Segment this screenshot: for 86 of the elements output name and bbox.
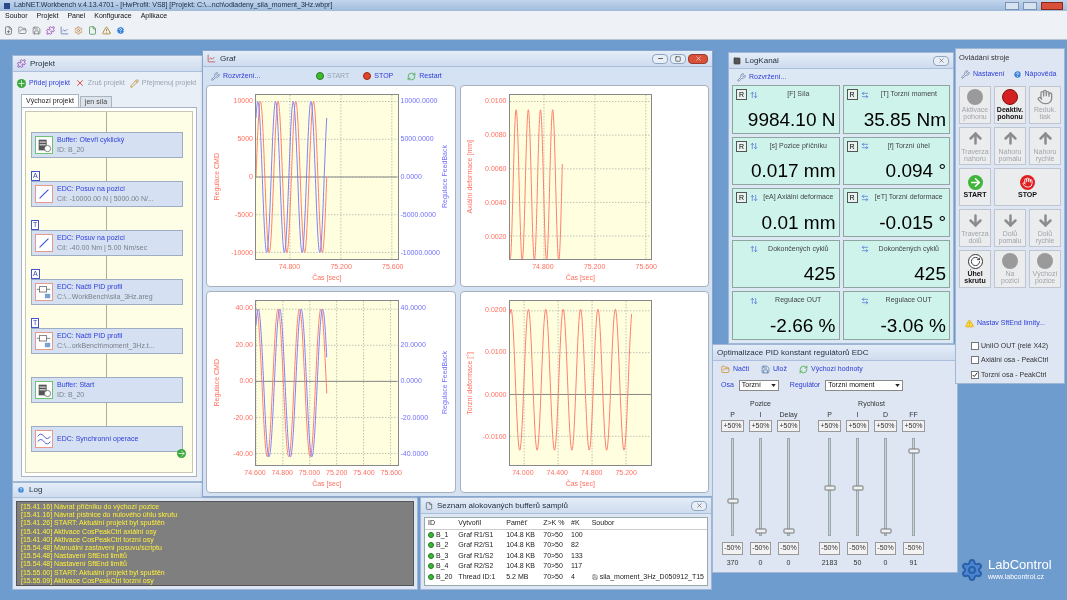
channel-value: 35.85 Nm: [863, 108, 946, 131]
channel-value: -3.06 %: [880, 315, 946, 337]
rotate-icon: [967, 253, 983, 269]
slider-thumb[interactable]: [824, 485, 835, 491]
channel-value: -0.015 °: [879, 211, 946, 234]
status-light-icon: [363, 72, 372, 80]
minimize-button[interactable]: [652, 53, 668, 64]
refresh-icon: [407, 71, 417, 81]
vertical-arrows-icon: [750, 142, 759, 151]
vertical-arrows-icon: [750, 296, 758, 305]
window-title: Graf: [220, 52, 236, 65]
buffer-icon: [35, 381, 53, 399]
plus-icon: [17, 78, 26, 88]
channel-value: -2.66 %: [770, 315, 836, 337]
checkbox[interactable]: [971, 341, 979, 350]
document-icon[interactable]: [88, 26, 97, 35]
slider-thumb[interactable]: [755, 528, 766, 534]
slider-thumb[interactable]: [908, 449, 919, 454]
chart-icon[interactable]: [60, 26, 69, 35]
slider-thumb[interactable]: [783, 528, 794, 534]
checkbox[interactable]: [971, 370, 979, 379]
close-button[interactable]: [691, 500, 707, 511]
pid-icon: [35, 283, 53, 301]
sine-wave-icon: [35, 430, 53, 448]
channel-value: 0.094 °: [885, 160, 946, 183]
caret-icon: [770, 383, 776, 387]
wrench-icon: [211, 71, 220, 81]
window-title: Optimalizace PID konstant regulátorů EDC: [717, 346, 869, 359]
horizontal-arrows-icon: [860, 245, 869, 254]
pencil-icon: [129, 78, 139, 88]
wrench-icon: [737, 72, 746, 82]
horizontal-arrows-icon: [860, 90, 869, 99]
ramp-icon: [35, 234, 53, 252]
channel-value: 0.01 mm: [761, 211, 836, 234]
refresh-icon: [798, 364, 808, 374]
arrow-right-icon: [967, 175, 983, 191]
puzzle-icon[interactable]: [46, 26, 55, 35]
new-file-icon[interactable]: [4, 26, 13, 35]
window-title: LogKanál: [745, 54, 779, 67]
slider-thumb[interactable]: [852, 485, 863, 491]
help-icon: [1012, 70, 1022, 79]
status-light-icon: [316, 72, 324, 80]
puzzle-icon: [17, 59, 26, 68]
close-button[interactable]: [933, 55, 949, 66]
info-icon: [17, 486, 25, 494]
app-icon: [4, 2, 10, 9]
check-icon: [972, 371, 978, 378]
checkbox[interactable]: [971, 356, 979, 365]
horizontal-arrows-icon: [860, 296, 869, 305]
hand-icon: [1020, 175, 1035, 191]
save-icon[interactable]: [32, 26, 41, 35]
save-icon: [760, 364, 770, 374]
window-title: Seznam alokovaných bufferů samplů: [437, 499, 569, 512]
warning-icon[interactable]: [102, 26, 111, 35]
gear-icon: [960, 558, 984, 583]
channel-value: 0.017 mm: [751, 160, 836, 183]
window-icon: [733, 56, 741, 65]
horizontal-arrows-icon: [860, 193, 869, 202]
folder-icon[interactable]: [18, 26, 27, 35]
pid-icon: [35, 332, 53, 350]
settings-icon[interactable]: [74, 26, 83, 35]
logo-text: LabControl: [988, 558, 1052, 572]
hand-icon: [1037, 89, 1053, 106]
slider-thumb[interactable]: [880, 528, 891, 534]
maximize-button[interactable]: [670, 53, 686, 64]
channel-value: 425: [803, 263, 836, 286]
caret-icon: [895, 383, 901, 387]
help-icon[interactable]: [116, 26, 125, 35]
wrench-icon: [961, 70, 970, 79]
list-icon: [425, 501, 433, 510]
vertical-arrows-icon: [750, 193, 759, 202]
ramp-icon: [35, 185, 53, 203]
save-icon: [591, 573, 598, 580]
channel-value: 425: [914, 263, 946, 286]
window-title: Projekt: [30, 57, 55, 70]
warning-icon: [965, 318, 974, 328]
folder-icon: [721, 364, 730, 374]
vertical-arrows-icon: [750, 245, 758, 254]
channel-value: 9984.10 N: [747, 108, 836, 131]
close-button[interactable]: [688, 53, 708, 64]
buffer-icon: [35, 136, 53, 154]
vertical-arrows-icon: [750, 90, 759, 99]
slider-thumb[interactable]: [727, 498, 738, 504]
horizontal-arrows-icon: [860, 142, 869, 151]
chart-icon: [207, 54, 216, 63]
window-title: Log: [29, 484, 43, 496]
